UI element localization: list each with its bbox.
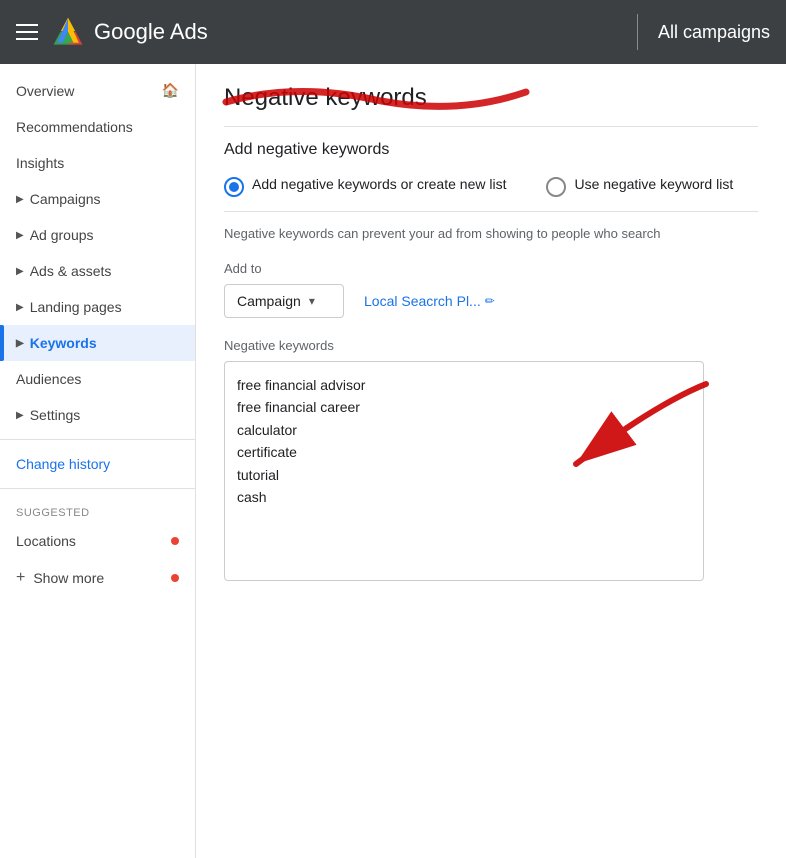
sidebar-item-keywords[interactable]: ▶ Keywords	[0, 325, 195, 361]
sidebar-item-overview[interactable]: Overview 🏠	[0, 72, 195, 109]
expand-arrow-icon: ▶	[16, 302, 24, 313]
negative-keywords-label: Negative keywords	[224, 338, 758, 353]
chevron-down-icon: ▾	[309, 294, 315, 308]
main-layout: Overview 🏠 Recommendations Insights ▶ Ca…	[0, 64, 786, 858]
radio-group: Add negative keywords or create new list…	[224, 175, 758, 197]
sidebar: Overview 🏠 Recommendations Insights ▶ Ca…	[0, 64, 196, 858]
sidebar-item-recommendations[interactable]: Recommendations	[0, 109, 195, 145]
sidebar-item-change-history[interactable]: Change history	[0, 446, 195, 482]
home-icon: 🏠	[162, 82, 179, 99]
expand-arrow-icon: ▶	[16, 338, 24, 349]
page-title: Negative keywords	[224, 84, 758, 112]
sidebar-item-label: Campaigns	[30, 191, 101, 207]
hamburger-button[interactable]	[16, 24, 38, 40]
expand-arrow-icon: ▶	[16, 230, 24, 241]
campaigns-label: All campaigns	[658, 22, 770, 43]
radio-option-create-list[interactable]: Add negative keywords or create new list	[224, 175, 506, 197]
plus-icon: +	[16, 569, 25, 587]
radio-divider	[224, 211, 758, 212]
sidebar-item-adgroups[interactable]: ▶ Ad groups	[0, 217, 195, 253]
header-divider	[637, 14, 638, 50]
edit-icon: ✏	[485, 294, 495, 308]
description-text: Negative keywords can prevent your ad fr…	[224, 226, 758, 241]
sidebar-item-show-more[interactable]: + Show more	[0, 559, 195, 597]
campaign-link[interactable]: Local Seacrch Pl... ✏	[364, 293, 495, 309]
sidebar-item-campaigns[interactable]: ▶ Campaigns	[0, 181, 195, 217]
sidebar-item-locations[interactable]: Locations	[0, 523, 195, 559]
sidebar-divider-2	[0, 488, 195, 489]
show-more-label: Show more	[33, 570, 104, 586]
sidebar-item-label: Insights	[16, 155, 64, 171]
campaign-link-label: Local Seacrch Pl...	[364, 293, 481, 309]
sidebar-item-landing-pages[interactable]: ▶ Landing pages	[0, 289, 195, 325]
sidebar-item-label: Locations	[16, 533, 76, 549]
sidebar-item-label: Ad groups	[30, 227, 94, 243]
sidebar-item-label: Recommendations	[16, 119, 133, 135]
expand-arrow-icon: ▶	[16, 194, 24, 205]
add-to-label: Add to	[224, 261, 758, 276]
logo: Google Ads	[50, 14, 208, 50]
sidebar-item-settings[interactable]: ▶ Settings	[0, 397, 195, 433]
sidebar-item-label: Change history	[16, 456, 110, 472]
section-divider	[224, 126, 758, 127]
radio-label-create-list: Add negative keywords or create new list	[252, 175, 506, 195]
campaign-dropdown[interactable]: Campaign ▾	[224, 284, 344, 318]
negative-keywords-textarea[interactable]	[224, 361, 704, 581]
section-title: Add negative keywords	[224, 141, 758, 159]
sidebar-item-label: Settings	[30, 407, 81, 423]
expand-arrow-icon: ▶	[16, 410, 24, 421]
sidebar-item-ads-assets[interactable]: ▶ Ads & assets	[0, 253, 195, 289]
radio-label-use-list: Use negative keyword list	[574, 175, 733, 195]
radio-button-use-list[interactable]	[546, 177, 566, 197]
notification-dot-2	[171, 574, 179, 582]
main-content: Negative keywords Add negative keywords …	[196, 64, 786, 858]
radio-button-create-list[interactable]	[224, 177, 244, 197]
dropdown-selected-value: Campaign	[237, 293, 301, 309]
radio-option-use-list[interactable]: Use negative keyword list	[546, 175, 733, 197]
expand-arrow-icon: ▶	[16, 266, 24, 277]
add-to-row: Campaign ▾ Local Seacrch Pl... ✏	[224, 284, 758, 318]
app-title: Google Ads	[94, 19, 208, 45]
suggested-section-label: Suggested	[0, 495, 195, 523]
google-ads-logo-icon	[50, 14, 86, 50]
sidebar-item-label: Overview	[16, 83, 74, 99]
sidebar-divider	[0, 439, 195, 440]
sidebar-item-label: Landing pages	[30, 299, 122, 315]
sidebar-item-insights[interactable]: Insights	[0, 145, 195, 181]
sidebar-item-label: Ads & assets	[30, 263, 112, 279]
notification-dot	[171, 537, 179, 545]
sidebar-item-label: Audiences	[16, 371, 81, 387]
top-header: Google Ads All campaigns	[0, 0, 786, 64]
sidebar-item-label: Keywords	[30, 335, 97, 351]
sidebar-item-audiences[interactable]: Audiences	[0, 361, 195, 397]
